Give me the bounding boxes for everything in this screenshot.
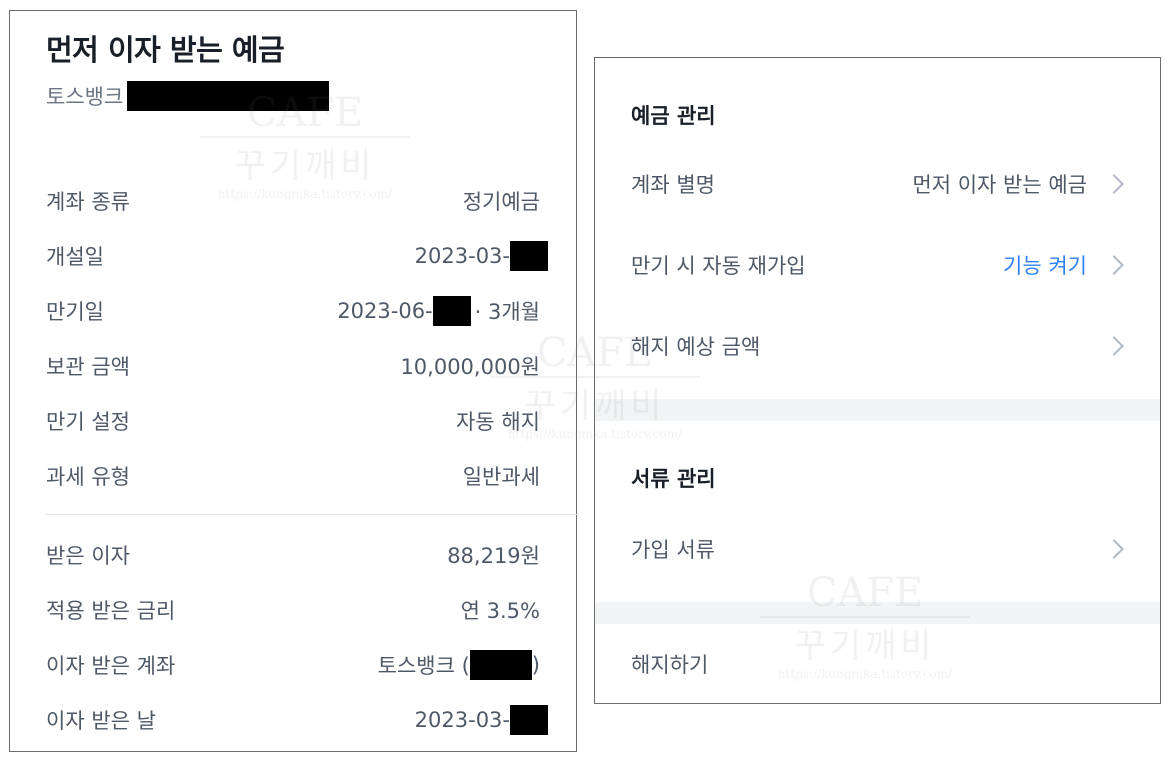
- chevron-right-icon: [1104, 539, 1124, 559]
- menu-item-expected-amount[interactable]: 해지 예상 금액: [631, 324, 1127, 368]
- page-title: 먼저 이자 받는 예금: [46, 33, 285, 67]
- redacted-account-number: [469, 650, 532, 680]
- redacted-day: [510, 705, 548, 735]
- detail-row-account-type: 계좌 종류 정기예금: [46, 181, 540, 221]
- bank-name: 토스뱅크: [46, 85, 124, 109]
- detail-value: 2023-06-: [337, 299, 433, 323]
- detail-value: 2023-03-: [414, 244, 510, 268]
- menu-item-auto-renew[interactable]: 만기 시 자동 재가입 기능 켜기: [631, 243, 1127, 287]
- detail-label: 만기일: [46, 300, 104, 324]
- interest-label: 적용 받은 금리: [46, 599, 176, 623]
- section-separator: [595, 399, 1160, 421]
- menu-item-label: 가입 서류: [631, 538, 715, 562]
- account-settings-panel: 예금 관리 계좌 별명 먼저 이자 받는 예금 만기 시 자동 재가입 기능 켜…: [594, 57, 1161, 704]
- redacted-account-number: [127, 81, 330, 111]
- interest-label: 이자 받은 계좌: [46, 654, 176, 678]
- detail-label: 보관 금액: [46, 355, 130, 379]
- redacted-day: [510, 241, 548, 271]
- interest-row-account: 이자 받은 계좌 토스뱅크 ( ): [46, 645, 540, 685]
- section-title-deposit: 예금 관리: [631, 104, 716, 128]
- enable-feature-link[interactable]: 기능 켜기: [1003, 250, 1087, 280]
- detail-value: 정기예금: [462, 190, 540, 214]
- menu-item-value: 먼저 이자 받는 예금: [912, 173, 1087, 197]
- section-separator: [595, 602, 1160, 624]
- detail-row-open-date: 개설일 2023-03-: [46, 236, 548, 276]
- detail-row-tax-type: 과세 유형 일반과세: [46, 456, 540, 496]
- detail-label: 개설일: [46, 245, 104, 269]
- close-account-label: 해지하기: [631, 653, 709, 677]
- divider: [46, 514, 578, 515]
- interest-value: 88,219원: [447, 544, 540, 568]
- interest-value: 2023-03-: [414, 708, 510, 732]
- menu-item-label: 만기 시 자동 재가입: [631, 254, 806, 278]
- detail-value: 10,000,000원: [400, 355, 540, 379]
- detail-value-suffix: · 3개월: [474, 300, 540, 324]
- chevron-right-icon: [1104, 174, 1124, 194]
- detail-row-maturity-date: 만기일 2023-06- · 3개월: [46, 291, 540, 331]
- detail-label: 만기 설정: [46, 410, 130, 434]
- detail-label: 계좌 종류: [46, 190, 130, 214]
- detail-label: 과세 유형: [46, 465, 130, 489]
- detail-row-maturity-setting: 만기 설정 자동 해지: [46, 401, 540, 441]
- chevron-right-icon: [1104, 255, 1124, 275]
- menu-item-label: 해지 예상 금액: [631, 335, 761, 359]
- detail-row-amount: 보관 금액 10,000,000원: [46, 346, 540, 386]
- interest-value: 연 3.5%: [460, 599, 540, 623]
- detail-value: 자동 해지: [456, 410, 540, 434]
- interest-row-date: 이자 받은 날 2023-03-: [46, 700, 548, 740]
- menu-item-signup-documents[interactable]: 가입 서류: [631, 527, 1127, 571]
- interest-row-rate: 적용 받은 금리 연 3.5%: [46, 590, 540, 630]
- section-title-documents: 서류 관리: [631, 467, 716, 491]
- chevron-right-icon: [1104, 336, 1124, 356]
- interest-value: 토스뱅크 (: [377, 654, 470, 678]
- interest-label: 이자 받은 날: [46, 709, 156, 733]
- bank-account-line: 토스뱅크: [46, 81, 330, 111]
- interest-value-suffix: ): [531, 653, 540, 677]
- menu-item-account-nickname[interactable]: 계좌 별명 먼저 이자 받는 예금: [631, 162, 1127, 206]
- menu-item-label: 계좌 별명: [631, 173, 715, 197]
- redacted-day: [432, 296, 471, 326]
- detail-value: 일반과세: [462, 465, 540, 489]
- account-detail-panel: 먼저 이자 받는 예금 토스뱅크 계좌 종류 정기예금 개설일 2023-03-…: [9, 10, 578, 752]
- close-account-button[interactable]: 해지하기: [631, 642, 1127, 686]
- interest-row-received: 받은 이자 88,219원: [46, 535, 540, 575]
- interest-label: 받은 이자: [46, 544, 130, 568]
